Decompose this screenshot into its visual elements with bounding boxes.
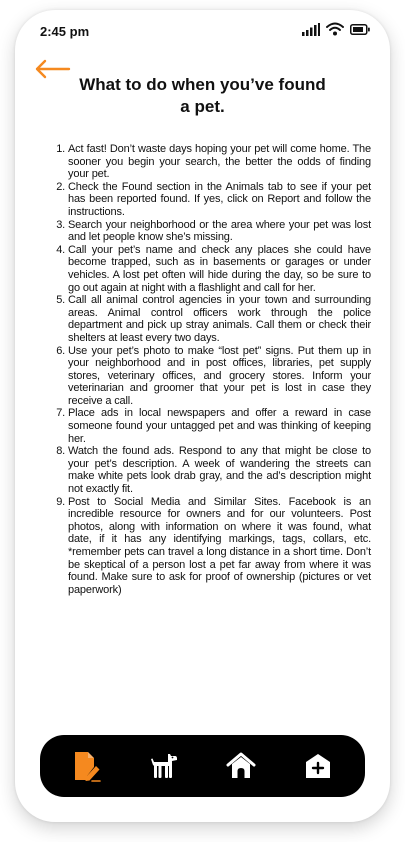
- page-title: What to do when you’ve found a pet.: [79, 75, 326, 116]
- signal-icon: [302, 22, 320, 36]
- nav-item-shelter[interactable]: [298, 746, 338, 786]
- wifi-icon: [326, 22, 344, 36]
- nav-item-animals[interactable]: [144, 746, 184, 786]
- status-bar: 2:45 pm: [15, 10, 390, 54]
- nav-item-home[interactable]: [221, 746, 261, 786]
- status-icons: [302, 22, 370, 36]
- nav-item-report[interactable]: [67, 746, 107, 786]
- list-item: Post to Social Media and Similar Sites. …: [68, 496, 371, 597]
- instructions-list: Act fast! Don’t waste days hoping your p…: [48, 143, 371, 596]
- phone-frame: 2:45 pm What to do when you’ve found a p…: [15, 10, 390, 822]
- list-item: Watch the found ads. Respond to any that…: [68, 445, 371, 495]
- list-item: Call all animal control agencies in your…: [68, 294, 371, 344]
- list-item: Place ads in local newspapers and offer …: [68, 407, 371, 445]
- document-edit-icon: [74, 752, 101, 782]
- shelter-add-icon: [306, 754, 331, 778]
- bottom-nav: [40, 735, 365, 797]
- list-item: Check the Found section in the Animals t…: [68, 181, 371, 219]
- arrow-left-icon: [35, 59, 71, 79]
- home-icon: [226, 752, 256, 778]
- list-item: Act fast! Don’t waste days hoping your p…: [68, 143, 371, 181]
- list-item: Call your pet’s name and check any place…: [68, 244, 371, 294]
- list-item: Search your neighborhood or the area whe…: [68, 219, 371, 244]
- back-button[interactable]: [33, 58, 73, 80]
- battery-icon: [350, 23, 370, 35]
- dog-icon: [150, 754, 177, 778]
- status-time: 2:45 pm: [40, 24, 90, 39]
- list-item: Use your pet’s photo to make “lost pet” …: [68, 345, 371, 408]
